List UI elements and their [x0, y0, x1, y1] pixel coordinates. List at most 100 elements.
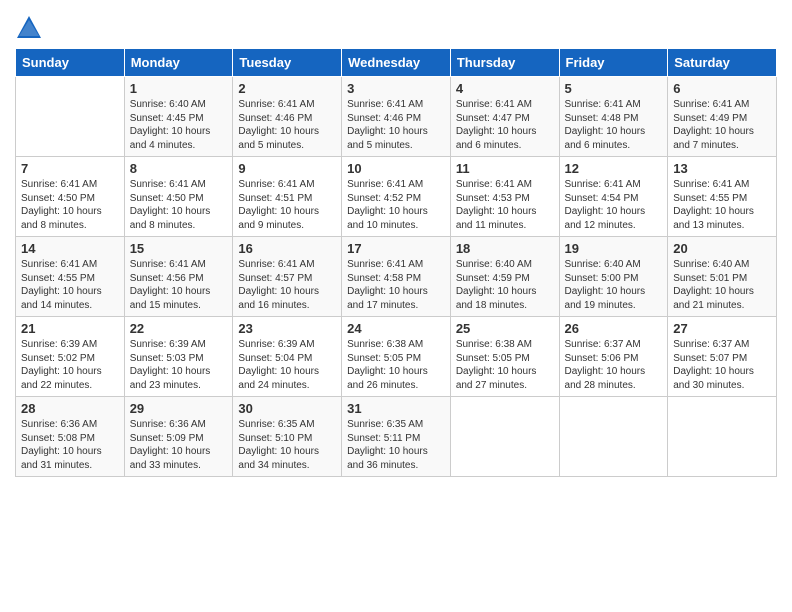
calendar-cell: 12 Sunrise: 6:41 AMSunset: 4:54 PMDayligh…	[559, 157, 668, 237]
day-info: Sunrise: 6:40 AMSunset: 4:59 PMDaylight:…	[456, 258, 554, 312]
day-info: Sunrise: 6:36 AMSunset: 5:09 PMDaylight:…	[130, 418, 228, 472]
day-number: 29	[130, 401, 228, 416]
calendar-cell: 23 Sunrise: 6:39 AMSunset: 5:04 PMDayligh…	[233, 317, 342, 397]
weekday-header: Wednesday	[342, 49, 451, 77]
day-number: 6	[673, 81, 771, 96]
cell-content: 13 Sunrise: 6:41 AMSunset: 4:55 PMDayligh…	[673, 161, 771, 232]
cell-content: 30Sunrise: 6:35 AMSunset: 5:10 PMDayligh…	[238, 401, 336, 472]
day-info: Sunrise: 6:41 AMSunset: 4:50 PMDaylight:…	[130, 178, 228, 232]
calendar-cell: 24Sunrise: 6:38 AMSunset: 5:05 PMDayligh…	[342, 317, 451, 397]
calendar-week-row: 21Sunrise: 6:39 AMSunset: 5:02 PMDayligh…	[16, 317, 777, 397]
day-info: Sunrise: 6:41 AMSunset: 4:55 PMDaylight:…	[21, 258, 119, 312]
cell-content: 5 Sunrise: 6:41 AMSunset: 4:48 PMDaylight…	[565, 81, 663, 152]
day-info: Sunrise: 6:38 AMSunset: 5:05 PMDaylight:…	[347, 338, 445, 392]
calendar-cell: 26 Sunrise: 6:37 AMSunset: 5:06 PMDayligh…	[559, 317, 668, 397]
day-number: 17	[347, 241, 445, 256]
day-number: 19	[565, 241, 663, 256]
calendar-cell: 7Sunrise: 6:41 AMSunset: 4:50 PMDaylight…	[16, 157, 125, 237]
calendar-week-row: 28Sunrise: 6:36 AMSunset: 5:08 PMDayligh…	[16, 397, 777, 477]
cell-content: 15Sunrise: 6:41 AMSunset: 4:56 PMDayligh…	[130, 241, 228, 312]
day-number: 14	[21, 241, 119, 256]
calendar-cell: 3Sunrise: 6:41 AMSunset: 4:46 PMDaylight…	[342, 77, 451, 157]
cell-content: 20Sunrise: 6:40 AMSunset: 5:01 PMDayligh…	[673, 241, 771, 312]
day-info: Sunrise: 6:41 AMSunset: 4:47 PMDaylight:…	[456, 98, 554, 152]
calendar-cell	[450, 397, 559, 477]
day-number: 2	[238, 81, 336, 96]
day-info: Sunrise: 6:39 AMSunset: 5:02 PMDaylight:…	[21, 338, 119, 392]
weekday-header: Monday	[124, 49, 233, 77]
calendar-cell	[668, 397, 777, 477]
day-number: 16	[238, 241, 336, 256]
header	[15, 10, 777, 42]
day-number: 13	[673, 161, 771, 176]
day-info: Sunrise: 6:40 AMSunset: 5:00 PMDaylight:…	[565, 258, 663, 312]
cell-content: 8 Sunrise: 6:41 AMSunset: 4:50 PMDaylight…	[130, 161, 228, 232]
day-number: 31	[347, 401, 445, 416]
day-info: Sunrise: 6:37 AMSunset: 5:07 PMDaylight:…	[673, 338, 771, 392]
day-number: 25	[456, 321, 554, 336]
calendar-week-row: 1 Sunrise: 6:40 AMSunset: 4:45 PMDaylight…	[16, 77, 777, 157]
day-info: Sunrise: 6:35 AMSunset: 5:11 PMDaylight:…	[347, 418, 445, 472]
day-number: 1	[130, 81, 228, 96]
day-number: 11	[456, 161, 554, 176]
day-number: 3	[347, 81, 445, 96]
day-info: Sunrise: 6:38 AMSunset: 5:05 PMDaylight:…	[456, 338, 554, 392]
day-number: 8	[130, 161, 228, 176]
calendar-cell: 10Sunrise: 6:41 AMSunset: 4:52 PMDayligh…	[342, 157, 451, 237]
day-info: Sunrise: 6:41 AMSunset: 4:53 PMDaylight:…	[456, 178, 554, 232]
calendar-cell: 18Sunrise: 6:40 AMSunset: 4:59 PMDayligh…	[450, 237, 559, 317]
calendar-cell: 8 Sunrise: 6:41 AMSunset: 4:50 PMDaylight…	[124, 157, 233, 237]
day-number: 4	[456, 81, 554, 96]
calendar-cell: 13 Sunrise: 6:41 AMSunset: 4:55 PMDayligh…	[668, 157, 777, 237]
day-info: Sunrise: 6:39 AMSunset: 5:03 PMDaylight:…	[130, 338, 228, 392]
cell-content: 24Sunrise: 6:38 AMSunset: 5:05 PMDayligh…	[347, 321, 445, 392]
day-info: Sunrise: 6:41 AMSunset: 4:48 PMDaylight:…	[565, 98, 663, 152]
cell-content: 29 Sunrise: 6:36 AMSunset: 5:09 PMDayligh…	[130, 401, 228, 472]
calendar-cell: 4 Sunrise: 6:41 AMSunset: 4:47 PMDaylight…	[450, 77, 559, 157]
day-number: 23	[238, 321, 336, 336]
cell-content: 31 Sunrise: 6:35 AMSunset: 5:11 PMDayligh…	[347, 401, 445, 472]
cell-content: 14 Sunrise: 6:41 AMSunset: 4:55 PMDayligh…	[21, 241, 119, 312]
cell-content: 16Sunrise: 6:41 AMSunset: 4:57 PMDayligh…	[238, 241, 336, 312]
weekday-header: Sunday	[16, 49, 125, 77]
calendar-cell: 29 Sunrise: 6:36 AMSunset: 5:09 PMDayligh…	[124, 397, 233, 477]
day-info: Sunrise: 6:37 AMSunset: 5:06 PMDaylight:…	[565, 338, 663, 392]
day-info: Sunrise: 6:41 AMSunset: 4:55 PMDaylight:…	[673, 178, 771, 232]
weekday-header: Friday	[559, 49, 668, 77]
day-number: 30	[238, 401, 336, 416]
cell-content: 21Sunrise: 6:39 AMSunset: 5:02 PMDayligh…	[21, 321, 119, 392]
cell-content: 9Sunrise: 6:41 AMSunset: 4:51 PMDaylight…	[238, 161, 336, 232]
calendar-cell: 27Sunrise: 6:37 AMSunset: 5:07 PMDayligh…	[668, 317, 777, 397]
day-number: 5	[565, 81, 663, 96]
calendar-table: SundayMondayTuesdayWednesdayThursdayFrid…	[15, 48, 777, 477]
logo	[15, 14, 46, 42]
calendar-cell: 15Sunrise: 6:41 AMSunset: 4:56 PMDayligh…	[124, 237, 233, 317]
cell-content: 7Sunrise: 6:41 AMSunset: 4:50 PMDaylight…	[21, 161, 119, 232]
calendar-cell: 9Sunrise: 6:41 AMSunset: 4:51 PMDaylight…	[233, 157, 342, 237]
day-info: Sunrise: 6:41 AMSunset: 4:46 PMDaylight:…	[238, 98, 336, 152]
day-info: Sunrise: 6:41 AMSunset: 4:52 PMDaylight:…	[347, 178, 445, 232]
day-number: 12	[565, 161, 663, 176]
calendar-cell: 16Sunrise: 6:41 AMSunset: 4:57 PMDayligh…	[233, 237, 342, 317]
day-info: Sunrise: 6:39 AMSunset: 5:04 PMDaylight:…	[238, 338, 336, 392]
cell-content: 10Sunrise: 6:41 AMSunset: 4:52 PMDayligh…	[347, 161, 445, 232]
weekday-header: Thursday	[450, 49, 559, 77]
day-info: Sunrise: 6:40 AMSunset: 4:45 PMDaylight:…	[130, 98, 228, 152]
calendar-cell: 31 Sunrise: 6:35 AMSunset: 5:11 PMDayligh…	[342, 397, 451, 477]
day-number: 9	[238, 161, 336, 176]
cell-content: 22Sunrise: 6:39 AMSunset: 5:03 PMDayligh…	[130, 321, 228, 392]
day-info: Sunrise: 6:41 AMSunset: 4:49 PMDaylight:…	[673, 98, 771, 152]
day-info: Sunrise: 6:41 AMSunset: 4:54 PMDaylight:…	[565, 178, 663, 232]
calendar-week-row: 7Sunrise: 6:41 AMSunset: 4:50 PMDaylight…	[16, 157, 777, 237]
weekday-header: Tuesday	[233, 49, 342, 77]
cell-content: 27Sunrise: 6:37 AMSunset: 5:07 PMDayligh…	[673, 321, 771, 392]
calendar-cell: 25 Sunrise: 6:38 AMSunset: 5:05 PMDayligh…	[450, 317, 559, 397]
day-number: 26	[565, 321, 663, 336]
calendar-cell: 19 Sunrise: 6:40 AMSunset: 5:00 PMDayligh…	[559, 237, 668, 317]
cell-content: 3Sunrise: 6:41 AMSunset: 4:46 PMDaylight…	[347, 81, 445, 152]
calendar-cell: 17Sunrise: 6:41 AMSunset: 4:58 PMDayligh…	[342, 237, 451, 317]
calendar-cell: 21Sunrise: 6:39 AMSunset: 5:02 PMDayligh…	[16, 317, 125, 397]
cell-content: 2 Sunrise: 6:41 AMSunset: 4:46 PMDaylight…	[238, 81, 336, 152]
calendar-cell: 2 Sunrise: 6:41 AMSunset: 4:46 PMDaylight…	[233, 77, 342, 157]
weekday-header: Saturday	[668, 49, 777, 77]
